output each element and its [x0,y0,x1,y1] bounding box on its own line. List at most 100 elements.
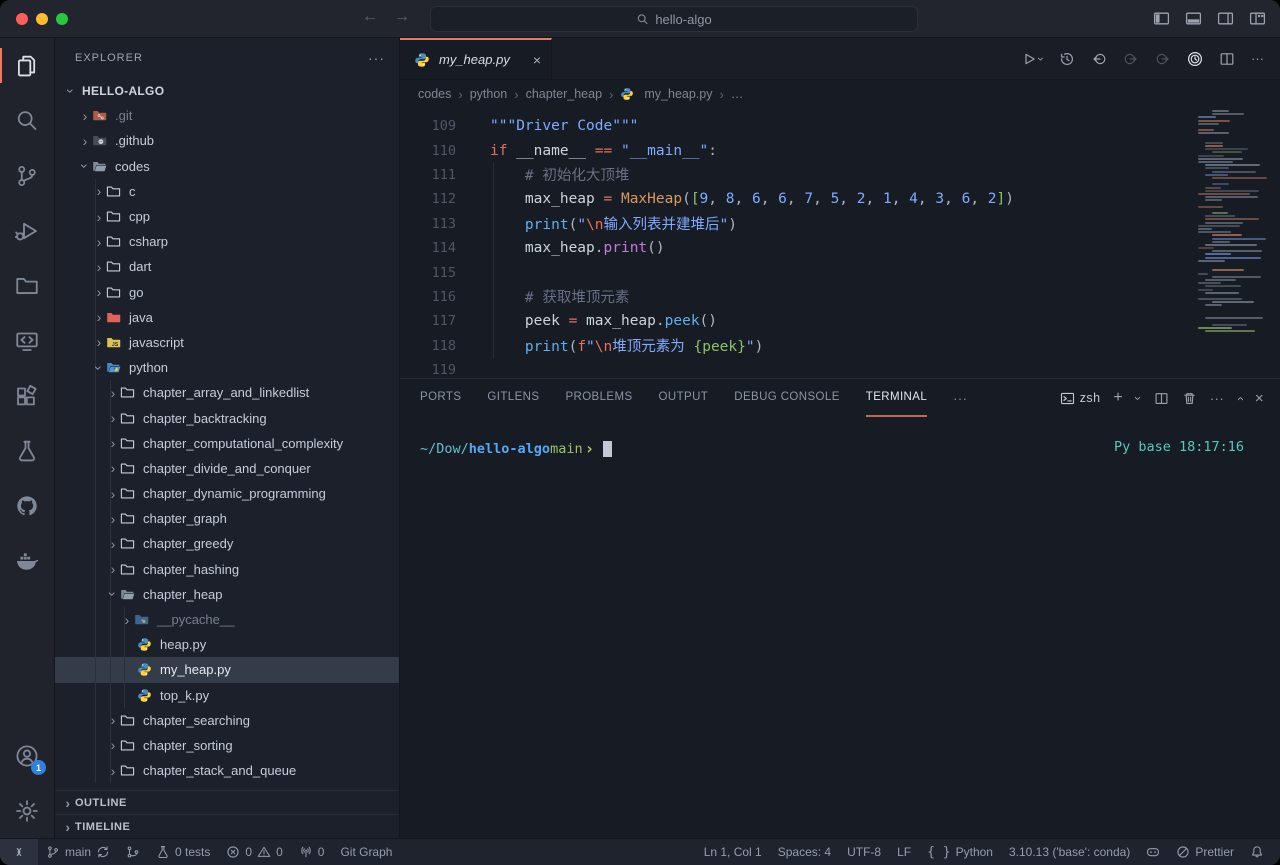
status-notifications[interactable] [1242,839,1272,865]
status-eol[interactable]: LF [889,839,919,865]
tree-item-java[interactable]: ›java [55,305,399,330]
tree-item-top-k-py[interactable]: top_k.py [55,683,399,708]
terminal[interactable]: ~/Dow/hello-algo main › Py base 18:17:16 [400,417,1280,838]
tree-item-dart[interactable]: ›dart [55,254,399,279]
status-cursor-position[interactable]: Ln 1, Col 1 [696,839,770,865]
tree-item-my-heap-py[interactable]: my_heap.py [55,657,399,682]
tree-item-chapter-greedy[interactable]: ›chapter_greedy [55,531,399,556]
local-history-button[interactable] [1059,51,1075,67]
panel-tab-debug-console[interactable]: DEBUG CONSOLE [734,379,840,417]
status-git-branch[interactable]: main [38,839,118,865]
minimap[interactable] [1198,110,1272,338]
tree-item--git[interactable]: ›.git [55,103,399,128]
toggle-primary-sidebar-icon[interactable] [1153,10,1170,27]
tree-item-python[interactable]: ›python [55,355,399,380]
activity-github[interactable] [0,478,54,533]
tree-item-c[interactable]: ›c [55,179,399,204]
toggle-secondary-sidebar-icon[interactable] [1217,10,1234,27]
more-actions-button[interactable]: ··· [1210,392,1224,405]
launch-profile-button[interactable]: › [1136,391,1141,406]
maximize-panel-button[interactable]: › [1237,391,1242,406]
status-tests[interactable]: 0 tests [148,839,218,865]
activity-search[interactable] [0,93,54,148]
remote-indicator[interactable] [0,839,38,865]
tree-item-chapter-divide-and-conquer[interactable]: ›chapter_divide_and_conquer [55,456,399,481]
split-editor-button[interactable] [1219,51,1235,67]
activity-settings[interactable] [0,783,54,838]
tree-item-heap-py[interactable]: heap.py [55,632,399,657]
panel-tab-output[interactable]: OUTPUT [659,379,709,417]
tree-item-chapter-stack-and-queue[interactable]: ›chapter_stack_and_queue [55,758,399,783]
status-ports[interactable]: 0 [291,839,333,865]
tree-item-chapter-computational-complexity[interactable]: ›chapter_computational_complexity [55,431,399,456]
breadcrumb-item[interactable]: codes [418,87,451,101]
tree-item-chapter-heap[interactable]: ›chapter_heap [55,582,399,607]
code-editor[interactable]: 109"""Driver Code"""110if __name__ == "_… [400,108,1280,378]
new-terminal-button[interactable]: + [1113,390,1123,406]
toggle-panel-icon[interactable] [1185,10,1202,27]
panel-tab-terminal[interactable]: TERMINAL [866,379,927,417]
close-panel-button[interactable]: × [1255,391,1264,406]
activity-docker[interactable] [0,533,54,588]
minimize-window-button[interactable] [36,13,48,25]
customize-layout-icon[interactable] [1249,10,1266,27]
outline-section[interactable]: ›OUTLINE [55,790,399,814]
gitlens-annotations-button[interactable] [1187,51,1203,67]
tree-item-chapter-sorting[interactable]: ›chapter_sorting [55,733,399,758]
tree-item-hello-algo[interactable]: ›HELLO-ALGO [55,78,399,103]
status-git-graph-action[interactable] [118,839,148,865]
tree-item-cpp[interactable]: ›cpp [55,204,399,229]
tab-my-heap-py[interactable]: my_heap.py × [400,38,552,79]
tree-item-chapter-dynamic-programming[interactable]: ›chapter_dynamic_programming [55,481,399,506]
kill-terminal-button[interactable] [1182,391,1197,406]
tree-item--pycache-[interactable]: ›__pycache__ [55,607,399,632]
panel-tab-gitlens[interactable]: GITLENS [487,379,539,417]
timeline-section[interactable]: ›TIMELINE [55,814,399,838]
shell-selector-button[interactable]: zsh [1060,391,1101,406]
status-language-mode[interactable]: { }Python [919,839,1001,865]
split-terminal-button[interactable] [1154,391,1169,406]
zoom-window-button[interactable] [56,13,68,25]
status-encoding[interactable]: UTF-8 [839,839,889,865]
tree-item-chapter-backtracking[interactable]: ›chapter_backtracking [55,405,399,430]
more-actions-button[interactable]: ··· [1251,52,1264,65]
tree-item-chapter-graph[interactable]: ›chapter_graph [55,506,399,531]
tree-item-codes[interactable]: ›codes [55,154,399,179]
activity-explorer[interactable] [0,38,54,93]
navigate-back-icon[interactable]: ← [362,8,378,26]
panel-tab-ports[interactable]: PORTS [420,379,461,417]
activity-extensions[interactable] [0,368,54,423]
status-indentation[interactable]: Spaces: 4 [770,839,839,865]
status-prettier[interactable]: Prettier [1168,839,1242,865]
activity-source-control[interactable] [0,148,54,203]
status-problems[interactable]: 00 [218,839,290,865]
breadcrumb-item[interactable]: my_heap.py [644,87,712,101]
tree-item-javascript[interactable]: ›JSjavascript [55,330,399,355]
breadcrumb-item[interactable]: python [470,87,508,101]
open-previous-change-button[interactable] [1091,51,1107,67]
run-python-file-button[interactable]: › [1021,50,1043,68]
activity-accounts[interactable]: 1 [0,728,54,783]
tree-item-go[interactable]: ›go [55,280,399,305]
navigate-forward-icon[interactable]: → [394,8,410,26]
status-git-graph[interactable]: Git Graph [332,839,400,865]
status-python-interpreter[interactable]: 3.10.13 ('base': conda) [1001,839,1138,865]
breadcrumb-item[interactable]: chapter_heap [526,87,602,101]
activity-testing[interactable] [0,423,54,478]
tree-item-csharp[interactable]: ›csharp [55,229,399,254]
command-center-search[interactable]: hello-algo [430,6,918,32]
close-tab-icon[interactable]: × [533,52,541,68]
breadcrumb-item[interactable]: … [731,87,744,101]
panel-tabs-overflow-icon[interactable]: ··· [953,392,967,405]
activity-project-manager[interactable] [0,258,54,313]
panel-tab-problems[interactable]: PROBLEMS [565,379,632,417]
tree-item-chapter-searching[interactable]: ›chapter_searching [55,708,399,733]
tree-item--github[interactable]: ›.github [55,128,399,153]
tree-item-chapter-hashing[interactable]: ›chapter_hashing [55,557,399,582]
status-copilot[interactable] [1138,839,1168,865]
close-window-button[interactable] [16,13,28,25]
activity-run-and-debug[interactable] [0,203,54,258]
activity-remote-explorer[interactable] [0,313,54,368]
tree-item-chapter-array-and-linkedlist[interactable]: ›chapter_array_and_linkedlist [55,380,399,405]
explorer-more-actions-icon[interactable]: ··· [368,50,385,66]
